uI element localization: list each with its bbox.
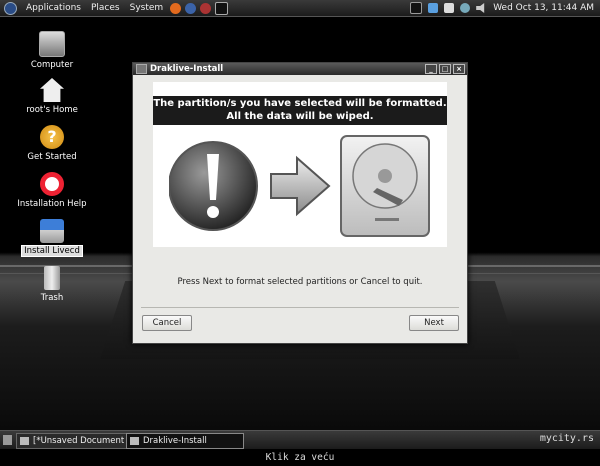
desktop-icon-label: Install Livecd	[21, 245, 83, 257]
update-tray-icon[interactable]	[460, 3, 471, 13]
monitor-tray-icon[interactable]	[410, 2, 423, 14]
maximize-icon[interactable]: □	[439, 64, 451, 74]
banner-line-2: All the data will be wiped.	[226, 111, 374, 122]
arrow-right-icon	[270, 155, 331, 217]
lifebuoy-icon	[40, 172, 64, 196]
desktop-icon-computer[interactable]: Computer	[16, 31, 88, 70]
installer-window-icon	[130, 437, 139, 445]
banner-line-1: The partition/s you have selected will b…	[153, 98, 447, 109]
home-icon	[40, 78, 64, 102]
desktop-icon-trash[interactable]: Trash	[16, 266, 88, 303]
desktop-icon-label: Trash	[40, 293, 64, 303]
volume-tray-icon[interactable]	[476, 3, 485, 13]
panel-clock[interactable]: Wed Oct 13, 11:44 AM	[493, 3, 594, 13]
clipboard-tray-icon[interactable]	[444, 3, 455, 13]
exclamation-icon	[169, 141, 258, 231]
taskbar-item-unsaved-document[interactable]: [*Unsaved Document ...	[16, 433, 138, 449]
install-icon	[40, 219, 64, 243]
format-warning-illustration	[169, 135, 430, 237]
dialog-titlebar[interactable]: Draklive-Install _ □ ×	[133, 63, 467, 75]
bottom-panel: [*Unsaved Document ... Draklive-Install …	[0, 430, 600, 450]
desktop-icon-home[interactable]: root's Home	[16, 78, 88, 115]
draklive-install-dialog: Draklive-Install _ □ × The partition/s y…	[132, 62, 468, 344]
desktop-icon-label: Get Started	[27, 152, 77, 162]
instruction-text: Press Next to format selected partitions…	[177, 277, 423, 287]
next-button[interactable]: Next	[409, 315, 459, 331]
help-icon: ?	[40, 125, 64, 149]
computer-icon	[39, 31, 65, 57]
watermark: mycity.rs	[539, 433, 594, 444]
task-label: Draklive-Install	[143, 436, 207, 446]
text-editor-icon	[20, 437, 29, 445]
hard-drive-icon	[340, 135, 430, 237]
minimize-icon[interactable]: _	[425, 64, 437, 74]
network-tray-icon[interactable]	[428, 3, 439, 13]
warning-banner: The partition/s you have selected will b…	[153, 96, 447, 125]
system-tray: Wed Oct 13, 11:44 AM	[407, 0, 600, 16]
top-panel: Applications Places System Wed Oct 13, 1…	[0, 0, 600, 17]
button-separator	[141, 307, 459, 308]
desktop-icon-label: root's Home	[26, 105, 78, 115]
distro-logo-icon[interactable]	[4, 1, 17, 15]
window-controls: _ □ ×	[425, 64, 467, 74]
menu-places[interactable]: Places	[86, 3, 125, 13]
window-menu-icon[interactable]	[136, 64, 147, 74]
desktop-icon-installation-help[interactable]: Installation Help	[16, 172, 88, 209]
help-launcher-icon[interactable]	[200, 2, 212, 14]
terminal-launcher-icon[interactable]	[215, 1, 229, 15]
menu-system[interactable]: System	[125, 3, 169, 13]
taskbar-item-draklive-install[interactable]: Draklive-Install	[126, 433, 244, 449]
close-icon[interactable]: ×	[453, 64, 465, 74]
image-caption[interactable]: Klik za veću	[0, 449, 600, 466]
desktop-icon-label: Installation Help	[17, 199, 87, 209]
top-menu: Applications Places System	[0, 1, 230, 15]
cancel-button[interactable]: Cancel	[142, 315, 192, 331]
desktop-icon-install-livecd[interactable]: Install Livecd	[16, 219, 88, 257]
show-desktop-icon[interactable]	[3, 435, 12, 445]
dialog-content-panel: The partition/s you have selected will b…	[153, 82, 447, 247]
menu-applications[interactable]: Applications	[21, 3, 86, 13]
dialog-title: Draklive-Install	[150, 64, 224, 74]
desktop-icon-label: Computer	[30, 60, 74, 70]
thunderbird-launcher-icon[interactable]	[185, 2, 197, 14]
trash-icon	[44, 266, 60, 290]
firefox-launcher-icon[interactable]	[170, 2, 182, 14]
task-label: [*Unsaved Document ...	[33, 436, 136, 446]
desktop-icon-get-started[interactable]: ? Get Started	[16, 125, 88, 162]
